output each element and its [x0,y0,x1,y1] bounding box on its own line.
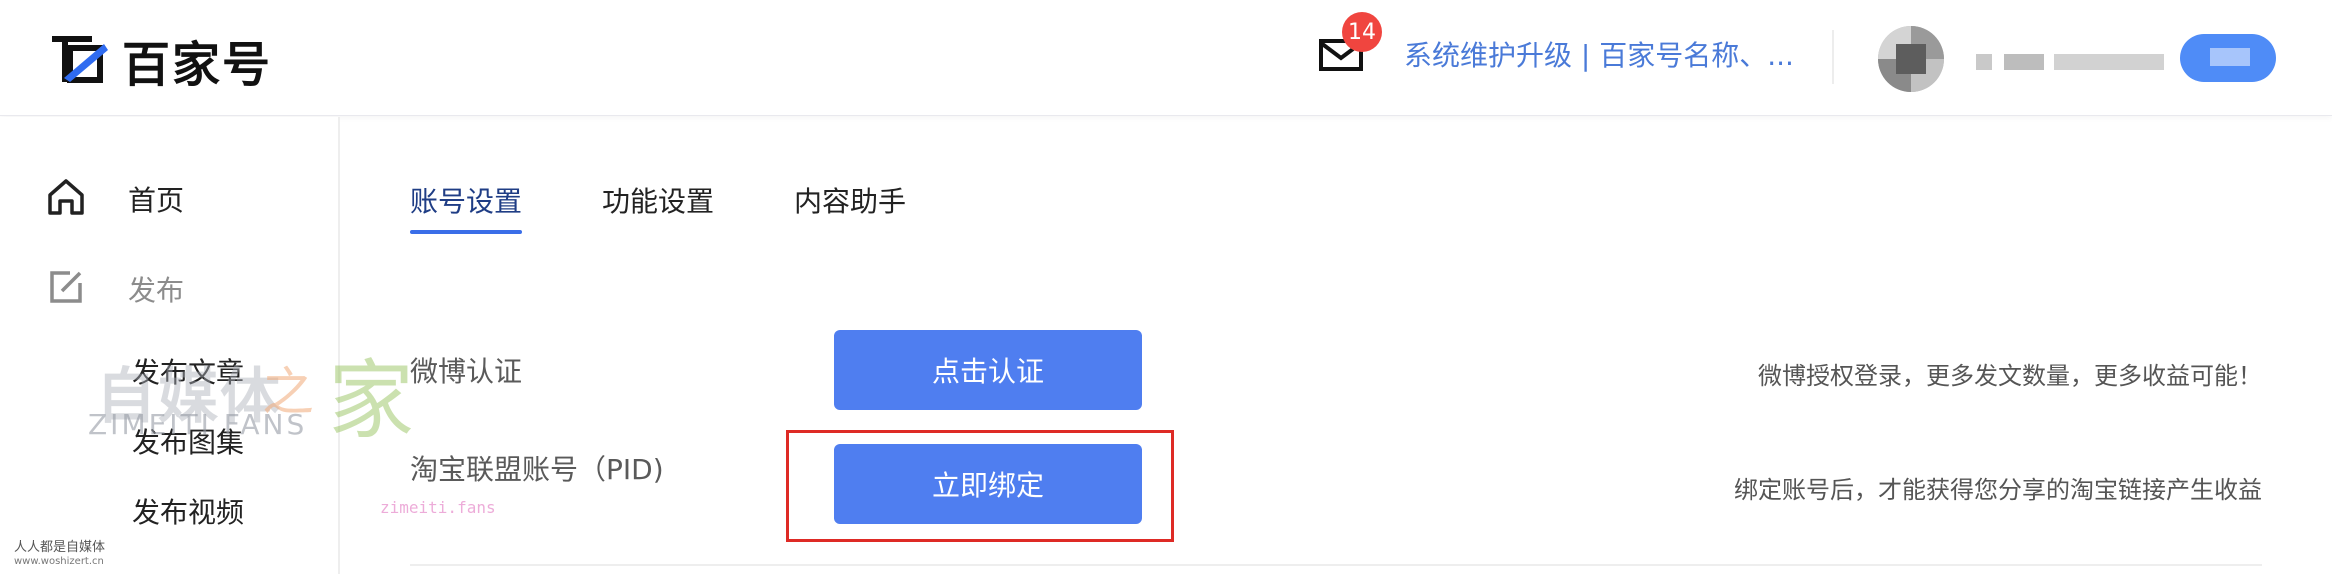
sidebar-item-label: 发布 [128,274,185,307]
taobao-pid-label: 淘宝联盟账号（PID) [410,453,664,486]
weibo-verify-label: 微博认证 [410,355,523,388]
blurred-username [1976,54,1992,70]
watermark-english: ZIMEITI FANS [88,408,308,441]
home-icon [46,177,86,221]
taobao-pid-description: 绑定账号后，才能获得您分享的淘宝链接产生收益 [1734,476,2262,504]
active-tab-indicator [410,230,522,234]
watermark-footer-line2: www.woshizert.cn [14,556,104,567]
tab-account-settings[interactable]: 账号设置 [410,180,522,220]
blurred-action-button[interactable] [2180,34,2276,82]
section-divider [410,564,2262,566]
edit-icon [46,267,86,311]
weibo-verify-description: 微博授权登录，更多发文数量，更多收益可能！ [1758,362,2262,390]
header-divider [1832,30,1834,84]
logo[interactable]: 百家号 [50,30,272,93]
sidebar-item-publish[interactable]: 发布 [46,267,184,311]
sidebar-subitem-video[interactable]: 发布视频 [132,491,244,531]
top-header: 百家号 14 系统维护升级 | 百家号名称、... [0,0,2332,116]
notification-badge: 14 [1342,12,1382,52]
watermark-jia: 家 [328,351,414,451]
sidebar: 首页 发布 发布文章 发布图集 发布视频 [0,117,340,574]
avatar[interactable] [1878,26,1944,92]
mail-icon [1318,39,1364,78]
tab-content-assistant[interactable]: 内容助手 [794,180,906,220]
taobao-bind-button[interactable]: 立即绑定 [834,444,1142,524]
blurred-username [2004,54,2044,70]
sidebar-item-home[interactable]: 首页 [46,177,184,221]
baijiahao-logo-icon [50,30,110,90]
sidebar-item-label: 首页 [128,184,185,217]
watermark-footer-line1: 人人都是自媒体 [14,540,106,555]
logo-text: 百家号 [122,37,273,93]
blurred-username [2054,54,2164,70]
system-notice-link[interactable]: 系统维护升级 | 百家号名称、... [1404,34,1794,74]
weibo-verify-button[interactable]: 点击认证 [834,330,1142,410]
tab-feature-settings[interactable]: 功能设置 [602,180,714,220]
watermark-small: zimeiti.fans [380,498,496,517]
